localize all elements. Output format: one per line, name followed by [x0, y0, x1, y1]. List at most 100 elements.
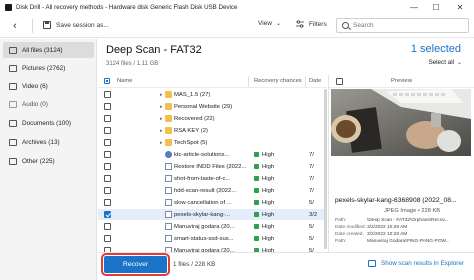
- recover-button[interactable]: Recover: [101, 253, 170, 276]
- recovery-label: High: [262, 163, 275, 170]
- recovery-high-icon: [254, 188, 259, 193]
- column-divider[interactable]: [248, 76, 249, 87]
- meta-value: 3/2/2022 10:28 AM: [367, 225, 408, 230]
- meta-key: Date created:: [335, 232, 364, 237]
- table-row[interactable]: ▸ RSA KEY (2): [98, 125, 327, 136]
- filter-icon: [296, 20, 304, 28]
- row-checkbox[interactable]: [104, 103, 111, 110]
- preview-meta-created: Date created: 3/2/2022 10:28 AM: [335, 232, 407, 237]
- chevron-right-icon[interactable]: ▸: [160, 128, 163, 134]
- table-scrollbar[interactable]: [324, 89, 327, 249]
- table-row[interactable]: ktc-article-solutions... High 7/: [98, 149, 327, 160]
- main-panel: Deep Scan - FAT32 3124 files / 1.11 GB 1…: [98, 39, 474, 280]
- recovery-chance: High: [254, 188, 274, 194]
- search-box[interactable]: [336, 18, 469, 33]
- table-row[interactable]: Manuviraj godara (20... High 5/: [98, 221, 327, 232]
- table-row[interactable]: ▸ MAS_1.5 (27): [98, 89, 327, 100]
- row-checkbox[interactable]: [104, 151, 111, 158]
- table-row[interactable]: ▸ Personal Website (29): [98, 101, 327, 112]
- sidebar-item-other[interactable]: Other (225): [3, 153, 94, 169]
- table-row[interactable]: slow cancellation of ... High 5/: [98, 197, 327, 208]
- recovery-high-icon: [254, 152, 259, 157]
- recovery-label: High: [262, 211, 275, 218]
- row-checkbox[interactable]: [104, 91, 111, 98]
- view-button[interactable]: View ⌄: [258, 20, 281, 27]
- filters-button[interactable]: Filters: [296, 20, 327, 28]
- all-files-icon: [9, 46, 17, 54]
- preview-toggle-icon[interactable]: [336, 78, 343, 85]
- preview-meta-modified: Date modified:3/2/2022 10:28 AM: [335, 225, 407, 230]
- file-icon: [165, 211, 172, 218]
- select-all-button[interactable]: Select all: [428, 59, 454, 66]
- recovery-label: High: [262, 223, 275, 230]
- save-session-button[interactable]: Save session as...: [43, 21, 109, 29]
- recovery-label: High: [262, 151, 275, 158]
- file-name: Manuviraj godara (20...: [174, 223, 235, 230]
- close-button[interactable]: ✕: [450, 0, 470, 14]
- file-name: slow cancellation of ...: [174, 199, 232, 206]
- table-row[interactable]: shot-from-taste-of-c... High 7/: [98, 173, 327, 184]
- column-header-name[interactable]: Name: [117, 78, 132, 84]
- chevron-right-icon[interactable]: ▸: [160, 116, 163, 122]
- sidebar-item-documents[interactable]: Documents (100): [3, 115, 94, 131]
- table-header: Name Recovery chances Date: [98, 75, 327, 88]
- sidebar-item-label: Pictures (2762): [22, 64, 66, 72]
- recovery-chance: High: [254, 224, 274, 230]
- chevron-down-icon[interactable]: ⌄: [457, 59, 462, 66]
- search-input[interactable]: [353, 22, 463, 29]
- file-date: 5/: [309, 223, 314, 230]
- chevron-right-icon[interactable]: ▸: [160, 140, 163, 146]
- back-button[interactable]: ‹: [8, 19, 22, 33]
- row-checkbox[interactable]: [104, 163, 111, 170]
- file-name: hdd-scan-result (2022...: [174, 187, 237, 194]
- file-icon: [165, 187, 172, 194]
- file-name: pexels-skylar-kang-...: [174, 211, 230, 218]
- file-table: Name Recovery chances Date ▸ MAS_1.5 (27)…: [98, 75, 327, 260]
- file-name: ktc-article-solutions...: [174, 151, 230, 158]
- recovery-high-icon: [254, 212, 259, 217]
- table-row[interactable]: pexels-skylar-kang-... High 3/2: [98, 209, 327, 220]
- row-checkbox[interactable]: [104, 187, 111, 194]
- sidebar-item-audio[interactable]: Audio (0): [3, 96, 94, 112]
- sidebar-item-pictures[interactable]: Pictures (2762): [3, 60, 94, 76]
- column-divider[interactable]: [305, 76, 306, 87]
- table-row[interactable]: ▸ Recovered (22): [98, 113, 327, 124]
- row-checkbox[interactable]: [104, 115, 111, 122]
- column-header-recovery[interactable]: Recovery chances: [254, 78, 302, 84]
- file-name: shot-from-taste-of-c...: [174, 175, 231, 182]
- recovery-high-icon: [254, 224, 259, 229]
- table-row[interactable]: hdd-scan-result (2022... High 7/: [98, 185, 327, 196]
- chevron-right-icon[interactable]: ▸: [160, 104, 163, 110]
- column-header-date[interactable]: Date: [309, 78, 321, 84]
- table-row[interactable]: Restore INDD Files (2022... High 7/: [98, 161, 327, 172]
- sidebar-item-video[interactable]: Video (6): [3, 78, 94, 94]
- row-checkbox[interactable]: [104, 223, 111, 230]
- row-checkbox[interactable]: [104, 139, 111, 146]
- recovery-label: High: [262, 235, 275, 242]
- row-checkbox[interactable]: [104, 211, 111, 218]
- row-checkbox[interactable]: [104, 235, 111, 242]
- row-checkbox[interactable]: [104, 127, 111, 134]
- show-in-explorer-link[interactable]: Show scan results in Explorer: [368, 260, 464, 267]
- file-name: TechSpot (5): [174, 139, 208, 146]
- table-row[interactable]: smart-status-ssd-sus... High 5/: [98, 233, 327, 244]
- sidebar: All files (3124) Pictures (2762) Video (…: [0, 39, 97, 280]
- folder-icon: [165, 115, 172, 122]
- file-name: Restore INDD Files (2022...: [174, 163, 247, 170]
- chevron-right-icon[interactable]: ▸: [160, 92, 163, 98]
- sidebar-item-archives[interactable]: Archives (13): [3, 134, 94, 150]
- select-all-checkbox[interactable]: [104, 78, 110, 84]
- sidebar-item-label: Audio (0): [22, 100, 48, 108]
- maximize-button[interactable]: ☐: [426, 0, 446, 14]
- row-checkbox[interactable]: [104, 199, 111, 206]
- file-icon: [165, 199, 172, 206]
- sidebar-item-all-files[interactable]: All files (3124): [3, 42, 94, 58]
- recovery-chance: High: [254, 212, 274, 218]
- row-checkbox[interactable]: [104, 175, 111, 182]
- audio-icon: [9, 100, 17, 108]
- minimize-button[interactable]: —: [404, 0, 424, 14]
- recovery-high-icon: [254, 236, 259, 241]
- file-name: Personal Website (29): [174, 103, 233, 110]
- footer-bar: Recover 1 files / 228 KB Show scan resul…: [98, 252, 474, 280]
- table-row[interactable]: ▸ TechSpot (5): [98, 137, 327, 148]
